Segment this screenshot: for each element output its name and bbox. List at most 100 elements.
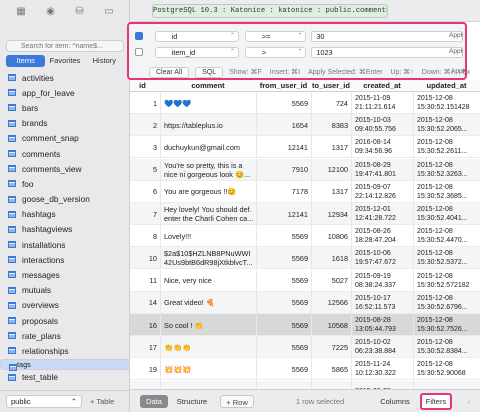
sidebar-item-comments-view[interactable]: comments_view	[0, 161, 130, 176]
sidebar-item-goose-db-version[interactable]: goose_db_version	[0, 192, 130, 207]
table-row[interactable]: 2015-08-05	[130, 380, 480, 389]
filters-button[interactable]: Filters	[420, 393, 452, 410]
table-row[interactable]: 7 Hey lovely! You should def. enter the C…	[130, 203, 480, 225]
cell-created-at[interactable]: 2015-10-02 06:23:38.884	[351, 336, 413, 359]
cell-from-user-id[interactable]: 5569	[256, 92, 311, 114]
cell-updated-at[interactable]: 2015-12-08 15:30:52.4470...	[413, 225, 480, 248]
filter-enable-checkbox[interactable]	[135, 32, 143, 40]
filter-apply-button[interactable]: Apply	[449, 30, 463, 41]
cell-comment[interactable]: You are gorgeous !!😊	[160, 180, 256, 203]
cell-id[interactable]: 19	[130, 358, 160, 380]
tab-data[interactable]: Data	[140, 395, 168, 408]
cell-created-at[interactable]: 2015-11-24 10:12:30.322	[351, 358, 413, 381]
cell-to-user-id[interactable]: 12566	[311, 291, 351, 314]
cell-from-user-id[interactable]: 5569	[256, 336, 311, 359]
cell-to-user-id[interactable]: 12934	[311, 203, 351, 225]
cell-created-at[interactable]: 2015-10-17 16:52:11.573	[351, 291, 413, 314]
table-row[interactable]: 8 Lovely!!! 5569 10806 2015-08-26 18:28:47.2…	[130, 225, 480, 248]
cell-created-at[interactable]: 2015-08-05	[351, 380, 413, 389]
cell-updated-at[interactable]: 2015-12-08 15:30:52.7526...	[413, 314, 480, 336]
table-row[interactable]: 3 duchuykun@gmail.com 12141 1317 2016-08-14 …	[130, 136, 480, 159]
add-table-button[interactable]: + Table	[90, 397, 114, 406]
cell-comment[interactable]: Lovely!!!	[160, 225, 256, 248]
cell-created-at[interactable]: 2015-11-09 21:11:21.614	[351, 92, 413, 114]
tab-favorites[interactable]: Favorites	[45, 55, 84, 67]
cell-to-user-id[interactable]: 5027	[311, 269, 351, 292]
table-row[interactable]: 14 Great video! 🍕 5569 12566 2015-10-17 16:5…	[130, 291, 480, 314]
cell-from-user-id[interactable]: 5569	[256, 314, 311, 336]
cell-created-at[interactable]: 2016-08-14 09:34:56.96	[351, 136, 413, 159]
cell-created-at[interactable]: 2015-09-19 08:38:24.337	[351, 269, 413, 292]
cell-from-user-id[interactable]: 5569	[256, 291, 311, 314]
column-header-from-user-id[interactable]: from_user_id	[256, 80, 311, 92]
cell-comment[interactable]: 💥💥💥	[160, 358, 256, 381]
column-header-created-at[interactable]: created_at	[351, 80, 413, 92]
cell-id[interactable]: 2	[130, 114, 160, 136]
clear-all-button[interactable]: Clear All	[149, 66, 190, 78]
cell-id[interactable]: 3	[130, 136, 160, 158]
cell-to-user-id[interactable]: 1618	[311, 247, 351, 270]
column-header-to-user-id[interactable]: to_user_id	[311, 80, 351, 92]
sidebar-item-interactions[interactable]: interactions	[0, 252, 130, 267]
table-row[interactable]: 10 $2a$10$HZLNB8PNuWWI 42Us9btB6dR98jXtkb…	[130, 247, 480, 270]
sidebar-toggle-icon[interactable]: ▭	[104, 6, 113, 17]
cell-updated-at[interactable]: 2015-12-08 15:30:52.3263...	[413, 158, 480, 181]
cell-to-user-id[interactable]: 8383	[311, 114, 351, 137]
cell-id[interactable]: 14	[130, 292, 160, 314]
cell-comment[interactable]: https://tableplus.io	[160, 114, 256, 137]
filter-value-input[interactable]: 30	[311, 30, 463, 42]
cell-comment[interactable]: Nice, very nice	[160, 269, 256, 292]
cell-updated-at[interactable]: 2015-12-08 15:30:52.4041...	[413, 203, 480, 225]
cell-from-user-id[interactable]: 5569	[256, 269, 311, 292]
cell-from-user-id[interactable]: 7178	[256, 180, 311, 203]
cell-comment[interactable]: 👏👏👏	[160, 336, 256, 359]
cell-comment[interactable]: So cool ! 👏	[160, 314, 256, 336]
table-row[interactable]: 5 You're so pretty, this is a nice ni gor…	[130, 158, 480, 181]
cell-comment[interactable]: $2a$10$HZLNB8PNuWWI 42Us9btB6dR98jXtkblv…	[160, 247, 256, 270]
cell-comment[interactable]: Hey lovely! You should def. enter the Ch…	[160, 203, 256, 225]
cell-id[interactable]: 8	[130, 225, 160, 247]
cell-updated-at[interactable]: 2015-12-08 15:30:52.2611...	[413, 136, 480, 159]
tab-structure[interactable]: Structure	[172, 395, 212, 408]
columns-button[interactable]: Columns	[375, 395, 415, 408]
filter-column-select[interactable]: id ⌃	[154, 30, 239, 42]
cell-id[interactable]: 5	[130, 159, 160, 181]
schema-select[interactable]: public ⌃	[6, 395, 82, 408]
cell-updated-at[interactable]: 2015-12-08 15:30:52.6796...	[413, 291, 480, 314]
sidebar-item-hashtags[interactable]: hashtags	[0, 207, 130, 222]
cell-id[interactable]: 17	[130, 336, 160, 358]
column-header-id[interactable]: id	[130, 80, 160, 92]
cell-from-user-id[interactable]: 12141	[256, 203, 311, 225]
cell-to-user-id[interactable]: 5865	[311, 358, 351, 381]
sidebar-item-bars[interactable]: bars	[0, 100, 130, 115]
cell-updated-at[interactable]: 2015-12-08 15:30:52.5372...	[413, 247, 480, 270]
eye-icon[interactable]: ◉	[46, 6, 55, 17]
column-header-updated-at[interactable]: updated_at	[413, 80, 480, 92]
cell-from-user-id[interactable]: 5569	[256, 358, 311, 381]
database-icon[interactable]: ⛁	[75, 6, 83, 17]
cell-to-user-id[interactable]: 10806	[311, 225, 351, 248]
table-row[interactable]: 6 You are gorgeous !!😊 7178 1317 2015-09-07 …	[130, 180, 480, 203]
cell-comment[interactable]: duchuykun@gmail.com	[160, 136, 256, 159]
table-icon[interactable]: ▦	[16, 6, 25, 17]
add-row-button[interactable]: + Row	[220, 395, 254, 408]
cell-to-user-id[interactable]: 12100	[311, 158, 351, 181]
cell-created-at[interactable]: 2015-10-06 19:57:47.672	[351, 247, 413, 270]
sidebar-item-test-table[interactable]: test_table	[0, 370, 130, 385]
filter-operator-select[interactable]: >= ⌃	[244, 30, 307, 42]
tab-history[interactable]: History	[85, 55, 124, 67]
sidebar-item-comment-snap[interactable]: comment_snap	[0, 131, 130, 146]
table-row[interactable]: 16 So cool ! 👏 5569 10568 2015-08-28 13:05:4…	[130, 314, 480, 336]
cell-to-user-id[interactable]: 7225	[311, 336, 351, 359]
filter-enable-checkbox[interactable]	[135, 48, 143, 56]
sidebar-search-input[interactable]	[6, 40, 124, 52]
sidebar-item-proposals[interactable]: proposals	[0, 313, 130, 328]
cell-created-at[interactable]: 2015-08-29 19:47:41.801	[351, 158, 413, 181]
apply-all-button[interactable]: Apply	[451, 66, 465, 77]
cell-to-user-id[interactable]: 724	[311, 92, 351, 114]
sidebar-item-hashtagviews[interactable]: hashtagviews	[0, 222, 130, 237]
data-grid[interactable]: 1 💙💙💙 5569 724 2015-11-09 21:11:21.614 2015-1…	[130, 92, 480, 389]
filter-value-input[interactable]: 1023	[311, 46, 463, 58]
tab-items[interactable]: Items	[6, 55, 46, 67]
cell-id[interactable]: 6	[130, 181, 160, 203]
